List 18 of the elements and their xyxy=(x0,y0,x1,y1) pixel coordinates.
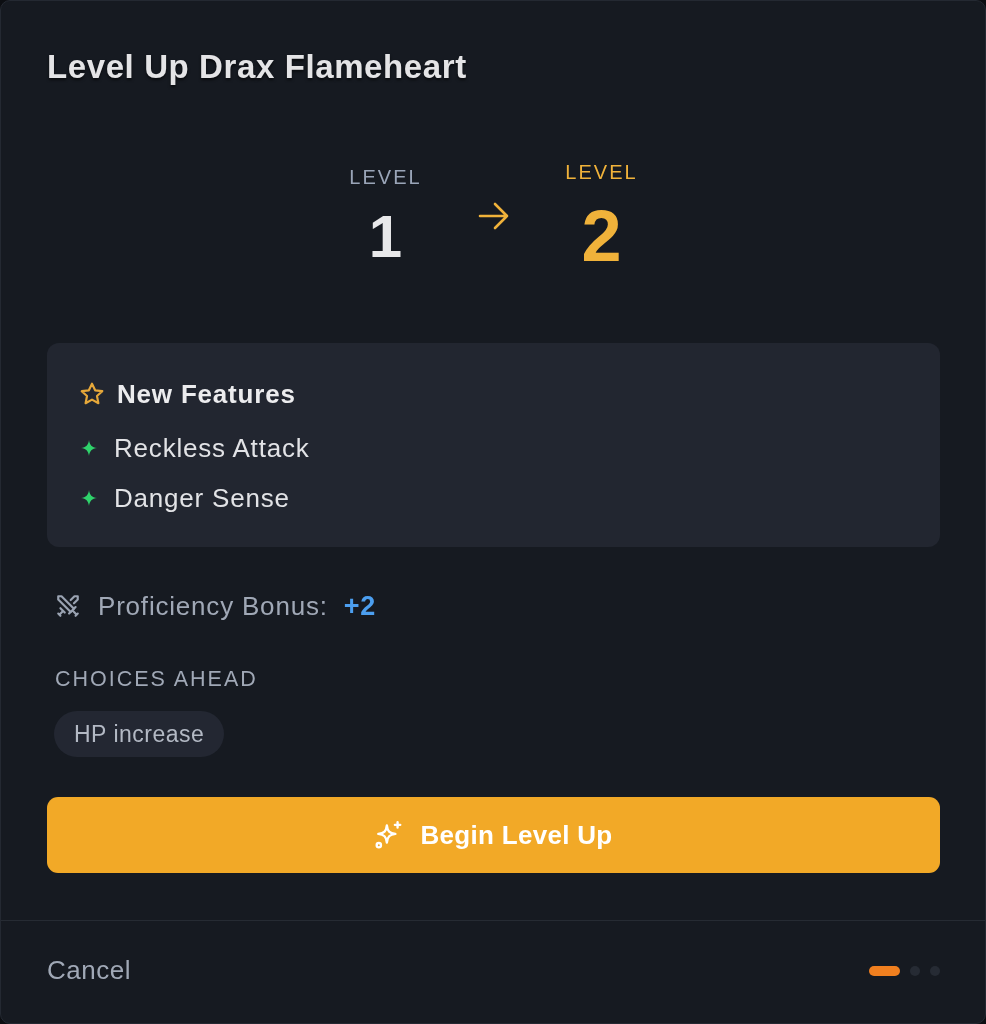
cancel-button[interactable]: Cancel xyxy=(47,954,131,986)
proficiency-value: +2 xyxy=(343,590,377,622)
feature-item: Danger Sense xyxy=(114,482,290,514)
features-heading: New Features xyxy=(117,378,296,410)
arrow-right-icon xyxy=(477,202,510,230)
current-level-number: 1 xyxy=(368,207,403,267)
crossed-swords-icon xyxy=(55,593,81,619)
current-level-label: LEVEL xyxy=(349,165,422,189)
sparkle-icon xyxy=(81,440,97,456)
feature-item: Reckless Attack xyxy=(114,432,310,464)
proficiency-label: Proficiency Bonus: xyxy=(98,590,328,622)
next-level-number: 2 xyxy=(581,200,622,272)
star-icon xyxy=(79,381,105,407)
choice-chip: HP increase xyxy=(54,711,225,757)
sparkle-icon xyxy=(81,490,97,506)
next-level-label: LEVEL xyxy=(565,160,638,184)
dialog-title: Level Up Drax Flameheart xyxy=(47,49,468,85)
choices-heading: CHOICES AHEAD xyxy=(55,666,259,692)
